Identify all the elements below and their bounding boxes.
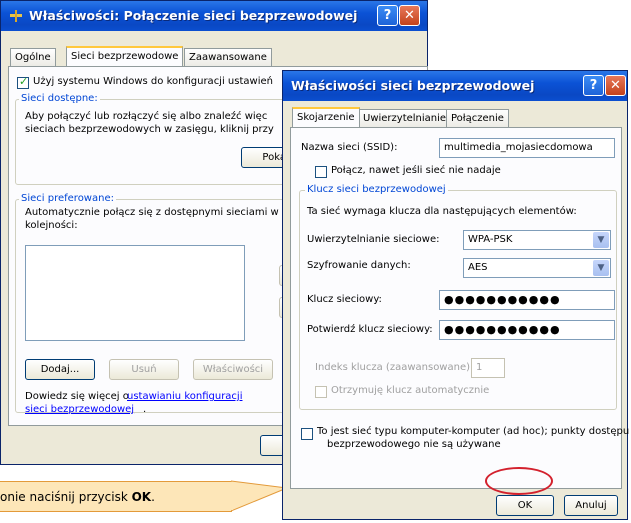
- encryption-label: Szyfrowanie danych:: [307, 260, 411, 271]
- network-key-group-label: Klucz sieci bezprzewodowej: [305, 184, 448, 195]
- add-button[interactable]: Dodaj...: [25, 359, 95, 380]
- learn-more-prefix: Dowiedz się więcej o: [25, 391, 129, 402]
- tab-authentication[interactable]: Uwierzytelnianie: [358, 109, 452, 127]
- help-button[interactable]: ?: [377, 5, 398, 26]
- learn-more-link-2[interactable]: sieci bezprzewodowej: [25, 404, 134, 415]
- front-window-title: Właściwości sieci bezprzewodowej: [291, 78, 535, 93]
- front-window-body: Skojarzenie Uwierzytelnianie Połączenie …: [286, 101, 629, 516]
- front-close-button[interactable]: ✕: [605, 75, 626, 96]
- preferred-networks-label: Sieci preferowane:: [19, 193, 116, 204]
- callout-text-bold: OK: [131, 490, 152, 504]
- network-icon: [10, 10, 22, 22]
- ssid-input[interactable]: multimedia_mojasiecdomowa: [439, 138, 615, 158]
- available-desc-1: Aby połączyć lub rozłączyć się albo znal…: [25, 111, 268, 122]
- preferred-desc-2: kolejności:: [25, 220, 78, 231]
- callout-text: onie naciśnij przycisk OK.: [0, 490, 155, 504]
- callout-text-prefix: onie naciśnij przycisk: [0, 490, 132, 504]
- network-key-label: Klucz sieciowy:: [307, 294, 382, 305]
- learn-more-link-1[interactable]: ustawianiu konfiguracji: [127, 391, 242, 402]
- close-button[interactable]: ✕: [399, 5, 420, 26]
- use-windows-checkbox[interactable]: [17, 75, 29, 89]
- network-key-input[interactable]: ●●●●●●●●●●●: [439, 290, 615, 310]
- key-required-label: Ta sieć wymaga klucza dla następujących …: [307, 206, 577, 217]
- auth-select-value: WPA-PSK: [468, 234, 513, 245]
- adhoc-label-1: To jest sieć typu komputer-komputer (ad …: [317, 426, 630, 437]
- tab-general[interactable]: Ogólne: [10, 48, 56, 66]
- confirm-key-input[interactable]: ●●●●●●●●●●●: [439, 320, 615, 340]
- use-windows-label: Użyj systemu Windows do konfiguracji ust…: [33, 76, 273, 87]
- back-window-title: Właściwości: Połączenie sieci bezprzewod…: [29, 8, 358, 23]
- auto-key-checkbox: [315, 386, 327, 398]
- front-tab-panel: Nazwa sieci (SSID): multimedia_mojasiecd…: [290, 127, 629, 489]
- key-index-input: 1: [471, 358, 505, 378]
- preferred-desc-1: Automatycznie połącz się z dostępnymi si…: [25, 207, 279, 218]
- front-window-titlebar[interactable]: Właściwości sieci bezprzewodowej ? ✕: [283, 71, 627, 101]
- encryption-select[interactable]: AES ▼: [463, 258, 611, 278]
- ok-highlight-ring: [485, 467, 553, 495]
- remove-button: Usuń: [109, 359, 179, 380]
- cancel-button[interactable]: Anuluj: [564, 495, 618, 516]
- key-index-label: Indeks klucza (zaawansowane):: [315, 362, 474, 373]
- preferred-networks-list[interactable]: [25, 245, 245, 341]
- chevron-down-icon[interactable]: ▼: [593, 260, 609, 276]
- auto-key-label: Otrzymuję klucz automatycznie: [331, 385, 490, 396]
- auth-select[interactable]: WPA-PSK ▼: [463, 230, 611, 250]
- connect-hidden-checkbox[interactable]: [315, 166, 327, 178]
- connect-hidden-label: Połącz, nawet jeśli sieć nie nadaje: [331, 165, 501, 176]
- tab-connection[interactable]: Połączenie: [446, 109, 509, 127]
- ok-button[interactable]: OK: [496, 495, 554, 516]
- instruction-callout: onie naciśnij przycisk OK.: [0, 481, 232, 512]
- available-networks-label: Sieci dostępne:: [19, 93, 100, 104]
- tab-advanced[interactable]: Zaawansowane: [184, 48, 272, 66]
- adhoc-label-2: bezprzewodowego nie są używane: [327, 439, 501, 450]
- confirm-key-label: Potwierdź klucz sieciowy:: [307, 324, 433, 335]
- back-window-titlebar[interactable]: Właściwości: Połączenie sieci bezprzewod…: [1, 1, 427, 31]
- front-window: Właściwości sieci bezprzewodowej ? ✕ Sko…: [282, 70, 629, 520]
- tab-association[interactable]: Skojarzenie: [292, 107, 360, 127]
- learn-more-suffix: .: [143, 404, 147, 415]
- encryption-select-value: AES: [468, 262, 488, 273]
- available-desc-2: sieciach bezprzewodowych w zasięgu, klik…: [25, 124, 274, 135]
- adhoc-checkbox[interactable]: [301, 428, 313, 440]
- chevron-down-icon[interactable]: ▼: [593, 232, 609, 248]
- tab-wireless-networks[interactable]: Sieci bezprzewodowe: [66, 46, 184, 66]
- auth-label: Uwierzytelnianie sieciowe:: [307, 234, 440, 245]
- callout-text-suffix: .: [151, 490, 155, 504]
- properties-button: Właściwości: [193, 359, 273, 380]
- ssid-label: Nazwa sieci (SSID):: [301, 142, 398, 153]
- front-help-button[interactable]: ?: [583, 75, 604, 96]
